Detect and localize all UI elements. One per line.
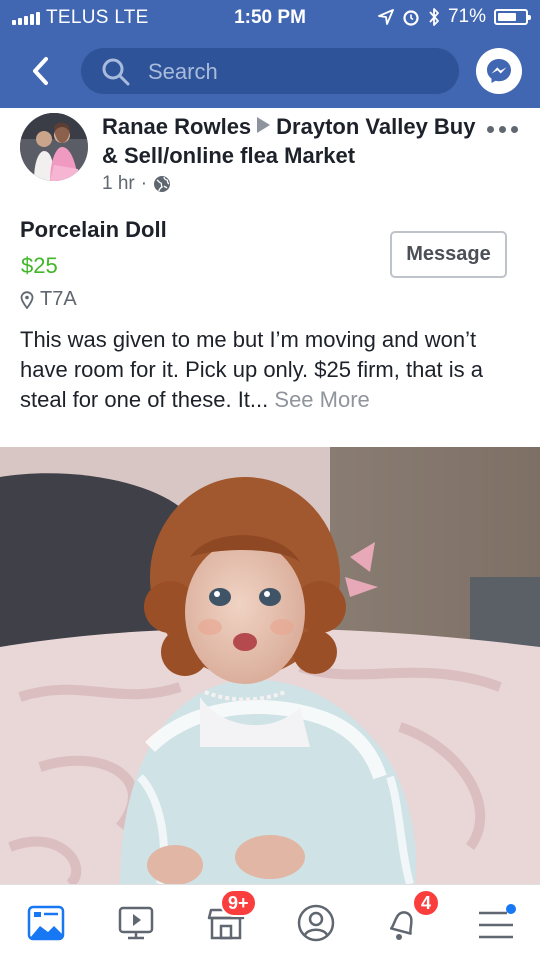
- doll-photo: [0, 447, 540, 884]
- bottom-nav: 9+ 4: [0, 884, 540, 960]
- avatar[interactable]: [20, 113, 88, 181]
- listing-title: Porcelain Doll: [20, 217, 167, 242]
- post-author-line: Ranae Rowles Drayton Valley Buy & Sell/on…: [102, 112, 482, 170]
- author-name[interactable]: Ranae Rowles: [102, 114, 251, 139]
- see-more-link[interactable]: See More: [274, 387, 369, 412]
- top-bar: TELUS LTE 1:50 PM 71% Search: [0, 0, 540, 108]
- listing-description: This was given to me but I’m moving and …: [20, 325, 525, 415]
- status-right: 71%: [378, 6, 531, 28]
- tab-menu[interactable]: [468, 895, 524, 951]
- search-icon: [102, 58, 130, 86]
- location-pin-icon: [20, 290, 34, 309]
- listing-photo[interactable]: [0, 447, 540, 884]
- tab-marketplace[interactable]: 9+: [198, 889, 257, 951]
- tab-news-feed[interactable]: [18, 895, 74, 951]
- tab-profile[interactable]: [288, 895, 344, 951]
- profile-icon: [297, 904, 335, 942]
- listing-price: $25: [21, 253, 58, 278]
- avatar-photo: [20, 113, 88, 181]
- status-bar: TELUS LTE 1:50 PM 71%: [0, 0, 540, 36]
- menu-icon: [479, 904, 516, 939]
- notifications-badge: 4: [412, 889, 440, 917]
- location-arrow-icon: [378, 9, 394, 25]
- news-feed-icon: [27, 905, 65, 941]
- battery-icon: [494, 9, 531, 25]
- tab-watch[interactable]: [108, 895, 164, 951]
- marketplace-badge: 9+: [220, 889, 257, 917]
- message-button[interactable]: Message: [390, 231, 507, 278]
- dot: [499, 126, 506, 133]
- more-options-button[interactable]: [487, 126, 518, 133]
- search-placeholder: Search: [148, 59, 218, 84]
- triangle-right-icon: [257, 117, 271, 133]
- watch-icon: [118, 906, 154, 940]
- chevron-left-icon: [33, 57, 48, 85]
- globe-icon: [154, 176, 171, 192]
- messenger-icon: [487, 59, 511, 83]
- dot: [511, 126, 518, 133]
- bluetooth-icon: [429, 8, 439, 26]
- dot: [487, 126, 494, 133]
- messenger-button[interactable]: [476, 48, 522, 94]
- tab-notifications[interactable]: 4: [374, 889, 440, 951]
- post-time[interactable]: 1 hr: [102, 173, 135, 195]
- listing-location: T7A: [20, 288, 77, 311]
- description-text: This was given to me but I’m moving and …: [20, 327, 484, 412]
- location-text: T7A: [40, 288, 77, 310]
- meta-separator: ·: [140, 173, 148, 194]
- post-meta: 1 hr ·: [102, 173, 171, 195]
- battery-percent: 71%: [447, 6, 486, 27]
- back-button[interactable]: [26, 54, 56, 88]
- search-bar[interactable]: Search: [81, 48, 459, 94]
- alarm-icon: [403, 10, 419, 26]
